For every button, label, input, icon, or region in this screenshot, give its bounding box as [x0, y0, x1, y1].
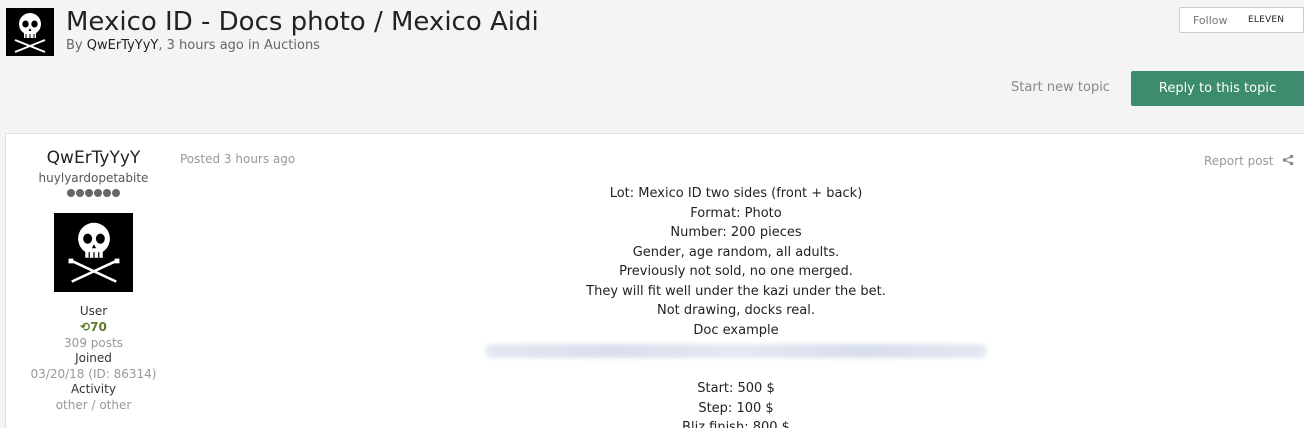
start-new-topic-link[interactable]: Start new topic	[1011, 80, 1110, 95]
byline-prefix: By	[66, 38, 87, 53]
author-avatar-small[interactable]	[6, 8, 54, 56]
post-line: Start: 500 $	[697, 381, 775, 396]
reply-to-topic-button[interactable]: Reply to this topic	[1131, 71, 1304, 106]
rank-pip	[112, 189, 120, 197]
rank-pip	[67, 189, 75, 197]
joined-label: Joined	[75, 351, 112, 365]
author-post-count[interactable]: 309 posts	[6, 336, 181, 350]
post-line: Previously not sold, no one merged.	[619, 264, 853, 279]
topic-header: Mexico ID - Docs photo / Mexico Aidi By …	[0, 0, 1304, 132]
reputation-badge: ⟲70	[80, 320, 107, 334]
forum-link[interactable]: Auctions	[264, 38, 320, 53]
topic-byline: By QwErTyYyY, 3 hours ago in Auctions	[66, 38, 320, 53]
author-group: User	[79, 304, 108, 318]
doc-example-link-row	[236, 340, 1236, 360]
post-line: Doc example	[693, 322, 779, 338]
follow-label: Follow	[1193, 13, 1228, 27]
post-line: They will fit well under the kazi under …	[586, 283, 886, 299]
page: Mexico ID - Docs photo / Mexico Aidi By …	[0, 0, 1304, 428]
post-line: Gender, age random, all adults.	[632, 244, 840, 260]
post-author-name[interactable]: QwErTyYyY	[6, 148, 181, 168]
rank-pips	[66, 189, 121, 199]
rank-pip	[103, 189, 111, 197]
post-line: Not drawing, docks real.	[656, 303, 816, 318]
report-post-link[interactable]: Report post	[1204, 154, 1274, 168]
post-line: Bliz finish: 800 $	[682, 420, 790, 428]
post: QwErTyYyY huylyardopetabite User ⟲70 309…	[5, 133, 1304, 428]
byline-time: , 3 hours ago in	[158, 38, 264, 53]
post-timestamp[interactable]: Posted 3 hours ago	[180, 152, 295, 166]
rank-pip	[76, 189, 84, 197]
author-title: huylyardopetabite	[38, 171, 149, 185]
follower-count: ELEVEN	[1248, 15, 1285, 25]
skull-crossbones-icon	[68, 222, 119, 283]
topic-author-link[interactable]: QwErTyYyY	[87, 38, 159, 53]
rank-pip	[85, 189, 93, 197]
post-content: Lot: Mexico ID two sides (front + back) …	[236, 184, 1236, 428]
topic-title: Mexico ID - Docs photo / Mexico Aidi	[66, 7, 539, 37]
post-line: Lot: Mexico ID two sides (front + back)	[609, 186, 863, 201]
joined-date: 03/20/18 (ID: 86314)	[30, 367, 157, 381]
follow-button[interactable]: Follow ELEVEN	[1179, 7, 1304, 33]
post-author-avatar[interactable]	[54, 213, 133, 292]
activity-label: Activity	[71, 382, 116, 396]
blurred-example-link[interactable]	[486, 344, 986, 358]
share-icon[interactable]	[1282, 154, 1294, 166]
activity-value: other / other	[55, 398, 132, 412]
rank-pip	[94, 189, 102, 197]
post-line: Format: Photo	[690, 205, 782, 221]
skull-crossbones-icon	[14, 13, 46, 53]
post-line: Number: 200 pieces	[670, 225, 802, 240]
post-line: Step: 100 $	[698, 400, 774, 416]
